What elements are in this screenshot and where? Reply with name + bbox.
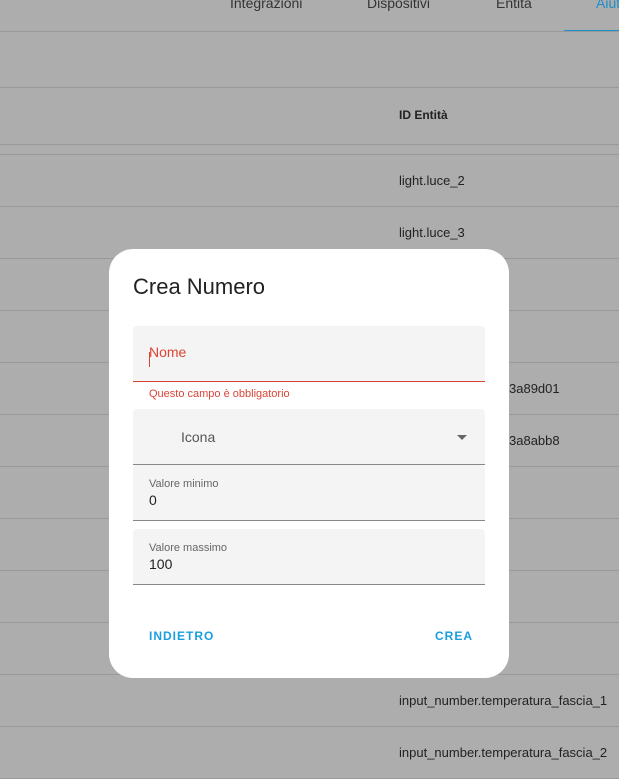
divider <box>0 154 619 155</box>
name-input[interactable]: Nome <box>133 326 485 382</box>
min-value-input[interactable]: Valore minimo 0 <box>133 465 485 521</box>
table-row-entity-id[interactable]: light.luce_2 <box>399 173 465 188</box>
table-row-entity-id[interactable]: input_number.temperatura_fascia_1 <box>399 693 607 708</box>
table-row-entity-id[interactable]: light.luce_3 <box>399 225 465 240</box>
max-label: Valore massimo <box>149 542 228 554</box>
table-row-entity-id[interactable]: 3a8abb8 <box>509 433 560 448</box>
tab-dispositivi[interactable]: Dispositivi <box>367 0 430 11</box>
tab-aiuti[interactable]: Aiuti <box>596 0 619 11</box>
row-divider <box>0 726 619 727</box>
min-value: 0 <box>149 492 157 508</box>
divider <box>0 31 619 32</box>
min-label: Valore minimo <box>149 478 219 490</box>
create-number-dialog: Crea Numero Nome Questo campo è obbligat… <box>109 249 509 678</box>
back-button[interactable]: INDIETRO <box>149 629 214 643</box>
dropdown-arrow-icon[interactable] <box>457 435 467 440</box>
column-header-entity-id[interactable]: ID Entità <box>399 108 448 122</box>
text-cursor <box>149 352 150 367</box>
table-row-entity-id[interactable]: 3a89d01 <box>509 381 560 396</box>
icon-label: Icona <box>181 429 216 445</box>
dialog-title: Crea Numero <box>133 274 266 299</box>
divider <box>0 87 619 88</box>
icon-picker[interactable]: Icona <box>133 409 485 465</box>
max-value: 100 <box>149 556 173 572</box>
max-value-input[interactable]: Valore massimo 100 <box>133 529 485 585</box>
table-row-entity-id[interactable]: input_number.temperatura_fascia_2 <box>399 745 607 760</box>
divider <box>0 144 619 145</box>
row-divider <box>0 206 619 207</box>
name-label: Nome <box>149 344 187 360</box>
create-button[interactable]: CREA <box>435 629 473 643</box>
tab-entita[interactable]: Entità <box>496 0 532 11</box>
tab-integrazioni[interactable]: Integrazioni <box>230 0 302 11</box>
name-error: Questo campo è obbligatorio <box>149 388 290 400</box>
